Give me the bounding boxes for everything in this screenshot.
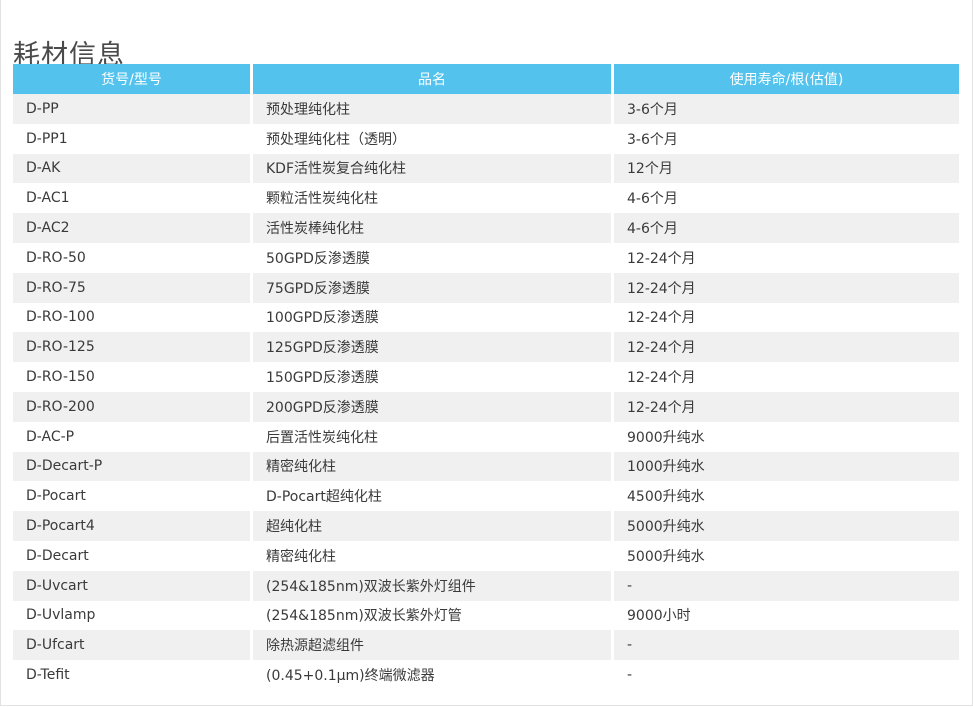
cell-product-name: 精密纯化柱 (250, 451, 611, 482)
table-header-row: 货号/型号 品名 使用寿命/根(估值) (13, 64, 959, 94)
cell-service-life: 12-24个月 (611, 362, 959, 392)
cell-part-number: D-AC-P (13, 421, 250, 452)
cell-service-life: 3-6个月 (611, 123, 959, 154)
cell-part-number: D-Pocart (13, 481, 250, 512)
table-row: D-RO-100 100GPD反渗透膜 12-24个月 (13, 302, 959, 333)
cell-service-life: 12-24个月 (611, 242, 959, 273)
cell-product-name: 75GPD反渗透膜 (250, 272, 611, 303)
cell-service-life: 12-24个月 (611, 391, 959, 422)
table-row: D-Decart 精密纯化柱 5000升纯水 (13, 540, 959, 571)
cell-part-number: D-Decart-P (13, 451, 250, 482)
table-row: D-RO-200 200GPD反渗透膜 12-24个月 (13, 391, 959, 422)
cell-service-life: - (611, 630, 959, 661)
cell-part-number: D-RO-150 (13, 362, 250, 392)
cell-product-name: 后置活性炭纯化柱 (250, 421, 611, 452)
cell-part-number: D-AK (13, 153, 250, 184)
cell-part-number: D-Uvcart (13, 570, 250, 601)
cell-part-number: D-Uvlamp (13, 600, 250, 631)
cell-service-life: 12个月 (611, 153, 959, 184)
cell-part-number: D-RO-50 (13, 242, 250, 273)
cell-product-name: 颗粒活性炭纯化柱 (250, 183, 611, 214)
cell-product-name: 预处理纯化柱（透明） (250, 123, 611, 154)
table-row: D-Uvlamp (254&185nm)双波长紫外灯管 9000小时 (13, 600, 959, 631)
cell-product-name: 200GPD反渗透膜 (250, 391, 611, 422)
table-row: D-Ufcart 除热源超滤组件 - (13, 630, 959, 661)
cell-part-number: D-AC1 (13, 183, 250, 214)
cell-part-number: D-RO-125 (13, 332, 250, 363)
cell-service-life: - (611, 660, 959, 690)
cell-service-life: - (611, 570, 959, 601)
table-row: D-Tefit (0.45+0.1μm)终端微滤器 - (13, 660, 959, 690)
cell-service-life: 12-24个月 (611, 272, 959, 303)
cell-service-life: 4500升纯水 (611, 481, 959, 512)
cell-product-name: (254&185nm)双波长紫外灯管 (250, 600, 611, 631)
cell-part-number: D-RO-100 (13, 302, 250, 333)
cell-product-name: 125GPD反渗透膜 (250, 332, 611, 363)
cell-service-life: 4-6个月 (611, 213, 959, 243)
cell-service-life: 1000升纯水 (611, 451, 959, 482)
cell-product-name: (0.45+0.1μm)终端微滤器 (250, 660, 611, 690)
cell-product-name: 活性炭棒纯化柱 (250, 213, 611, 243)
column-header-part-number: 货号/型号 (13, 64, 250, 94)
cell-part-number: D-Decart (13, 540, 250, 571)
table-row: D-RO-50 50GPD反渗透膜 12-24个月 (13, 242, 959, 273)
cell-product-name: 除热源超滤组件 (250, 630, 611, 661)
table-row: D-RO-125 125GPD反渗透膜 12-24个月 (13, 332, 959, 363)
cell-product-name: KDF活性炭复合纯化柱 (250, 153, 611, 184)
cell-service-life: 12-24个月 (611, 332, 959, 363)
cell-part-number: D-Tefit (13, 660, 250, 690)
cell-product-name: 100GPD反渗透膜 (250, 302, 611, 333)
cell-part-number: D-RO-200 (13, 391, 250, 422)
cell-service-life: 5000升纯水 (611, 511, 959, 541)
table-row: D-Pocart D-Pocart超纯化柱 4500升纯水 (13, 481, 959, 512)
cell-service-life: 5000升纯水 (611, 540, 959, 571)
cell-product-name: 预处理纯化柱 (250, 94, 611, 124)
table-row: D-AC1 颗粒活性炭纯化柱 4-6个月 (13, 183, 959, 214)
cell-product-name: 150GPD反渗透膜 (250, 362, 611, 392)
table-row: D-Decart-P 精密纯化柱 1000升纯水 (13, 451, 959, 482)
cell-part-number: D-AC2 (13, 213, 250, 243)
cell-service-life: 9000小时 (611, 600, 959, 631)
cell-part-number: D-PP1 (13, 123, 250, 154)
table-row: D-Pocart4 超纯化柱 5000升纯水 (13, 511, 959, 541)
cell-product-name: 50GPD反渗透膜 (250, 242, 611, 273)
cell-product-name: D-Pocart超纯化柱 (250, 481, 611, 512)
table-row: D-PP1 预处理纯化柱（透明） 3-6个月 (13, 123, 959, 154)
column-header-service-life: 使用寿命/根(估值) (611, 64, 959, 94)
cell-service-life: 12-24个月 (611, 302, 959, 333)
cell-service-life: 4-6个月 (611, 183, 959, 214)
cell-part-number: D-RO-75 (13, 272, 250, 303)
table-row: D-AC2 活性炭棒纯化柱 4-6个月 (13, 213, 959, 243)
consumables-table: 货号/型号 品名 使用寿命/根(估值) D-PP 预处理纯化柱 3-6个月 D-PP1… (13, 64, 959, 690)
column-header-product-name: 品名 (250, 64, 611, 94)
cell-product-name: 超纯化柱 (250, 511, 611, 541)
table-row: D-AC-P 后置活性炭纯化柱 9000升纯水 (13, 421, 959, 452)
cell-part-number: D-PP (13, 94, 250, 124)
table-row: D-RO-75 75GPD反渗透膜 12-24个月 (13, 272, 959, 303)
cell-service-life: 3-6个月 (611, 94, 959, 124)
cell-part-number: D-Ufcart (13, 630, 250, 661)
table-body: D-PP 预处理纯化柱 3-6个月 D-PP1 预处理纯化柱（透明） 3-6个月 D-AK K… (13, 94, 959, 690)
table-row: D-PP 预处理纯化柱 3-6个月 (13, 94, 959, 124)
cell-product-name: 精密纯化柱 (250, 540, 611, 571)
cell-part-number: D-Pocart4 (13, 511, 250, 541)
cell-service-life: 9000升纯水 (611, 421, 959, 452)
table-row: D-AK KDF活性炭复合纯化柱 12个月 (13, 153, 959, 184)
table-row: D-Uvcart (254&185nm)双波长紫外灯组件 - (13, 570, 959, 601)
table-row: D-RO-150 150GPD反渗透膜 12-24个月 (13, 362, 959, 392)
cell-product-name: (254&185nm)双波长紫外灯组件 (250, 570, 611, 601)
